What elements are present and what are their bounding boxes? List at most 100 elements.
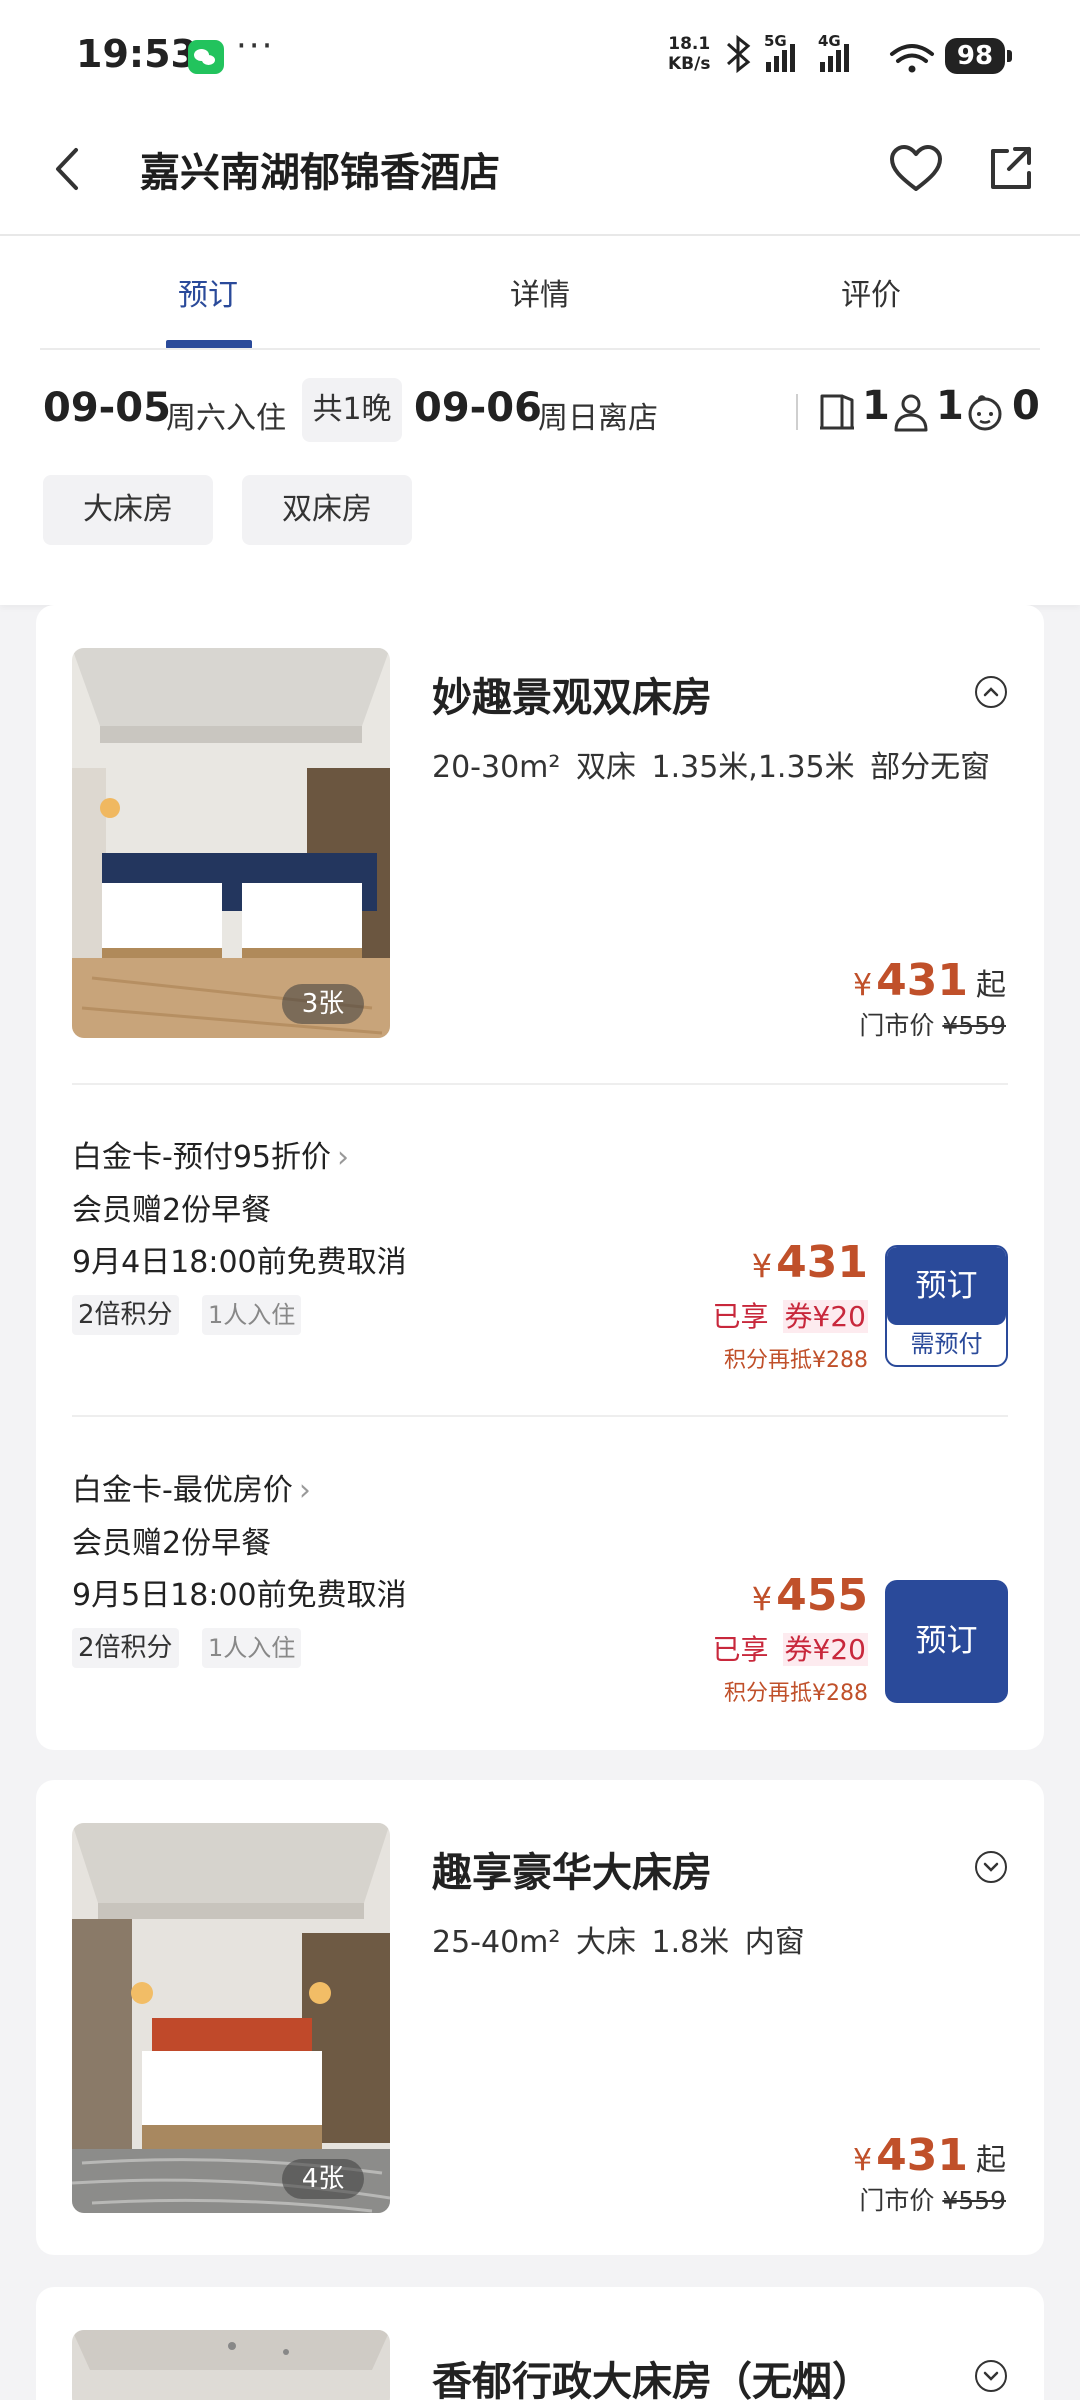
plan-divider [72,1415,1008,1417]
plan-price: ¥455 [752,1570,868,1621]
net-speed: 18.1 KB/s [668,34,710,74]
photo-count-badge: 3张 [282,984,364,1024]
room-photo[interactable]: 3张 [72,648,390,1038]
hotel-title: 嘉兴南湖郁锦香酒店 [140,150,500,196]
status-bar: 19:53 ··· 18.1 KB/s 5G 4G 98 [0,0,1080,110]
discount-info: 已享 券¥20 [713,1628,868,1668]
children-count[interactable]: 0 [1012,383,1040,429]
enjoyed-label: 已享 [712,1633,769,1666]
from-price: ¥431 起 门市价 ¥559 [853,955,1006,1042]
share-icon[interactable] [985,143,1037,195]
room-name[interactable]: 香郁行政大床房（无烟） [432,2349,872,2400]
tab-booking[interactable]: 预订 [178,270,238,314]
room-card-twin: 3张 妙趣景观双床房 20-30m² 双床 1.35米,1.35米 部分无窗 ¥… [36,605,1044,1750]
book-button-prepay[interactable]: 预订 需预付 [885,1245,1008,1367]
chevron-right-icon: › [298,1473,311,1508]
net-speed-value: 18.1 [668,34,711,54]
book-button[interactable]: 预订 [885,1580,1008,1703]
market-price: ¥559 [942,1011,1006,1040]
child-face-icon [968,395,1002,431]
breakfast-info: 会员赠2份早餐 [72,1526,272,1561]
room-photo-image [72,1823,390,2213]
photo-count-badge: 4张 [282,2159,364,2199]
wechat-icon [188,40,224,74]
plan-price: ¥431 [752,1237,868,1288]
rate-plan-title[interactable]: 白金卡-预付95折价 › [72,1132,349,1176]
room-name[interactable]: 趣享豪华大床房 [432,1840,712,1898]
signal-icons: 5G 4G [726,32,934,74]
favorite-heart-icon[interactable] [888,143,944,195]
checkin-label: 周六入住 [166,401,286,436]
room-card-king: 4张 趣享豪华大床房 25-40m² 大床 1.8米 内窗 ¥431 起 门市价 … [36,1780,1044,2255]
points-tag: 2倍积分 [72,1628,179,1668]
cancel-policy: 9月4日18:00前免费取消 [72,1245,407,1280]
market-price-label: 门市价 [859,2186,935,2215]
discount-info: 已享 券¥20 [713,1295,868,1335]
breakfast-info: 会员赠2份早餐 [72,1193,272,1228]
points-deduct: 积分再抵¥288 [724,1348,868,1373]
room-meta: 25-40m² 大床 1.8米 内窗 [432,1925,805,1960]
filter-chip-twin[interactable]: 双床房 [242,475,412,545]
header-divider [0,234,1080,236]
points-deduct: 积分再抵¥288 [724,1681,868,1706]
tab-reviews[interactable]: 评价 [841,270,901,314]
nights-badge: 共1晚 [302,378,402,442]
occupancy-tag: 1人入住 [202,1628,302,1668]
adult-person-icon [894,394,928,432]
price-value: 431 [776,1237,868,1288]
adults-count[interactable]: 1 [936,383,964,429]
tab-details[interactable]: 详情 [510,270,570,314]
price-from-label: 起 [976,968,1006,1003]
room-card-executive: 香郁行政大床房（无烟） [36,2287,1044,2400]
occupancy-separator [796,394,798,430]
price-from-label: 起 [976,2143,1006,2178]
net-speed-unit: KB/s [668,54,711,74]
points-tag: 2倍积分 [72,1295,179,1335]
expand-chevron-down-icon[interactable] [974,2359,1008,2393]
tab-divider [40,348,1040,350]
market-price: ¥559 [942,2186,1006,2215]
checkout-label: 周日离店 [538,401,658,436]
chevron-right-icon: › [337,1140,349,1175]
status-more: ··· [236,26,275,66]
collapse-chevron-up-icon[interactable] [974,675,1008,709]
enjoyed-label: 已享 [712,1300,769,1333]
book-button-label: 预订 [887,1247,1006,1325]
rate-plan-title[interactable]: 白金卡-最优房价 › [72,1465,311,1509]
bluetooth-icon [726,34,751,74]
price-currency: ¥ [853,2143,873,2178]
rate-plan-name: 白金卡-预付95折价 [72,1140,331,1175]
room-meta: 20-30m² 双床 1.35米,1.35米 部分无窗 [432,750,991,785]
from-price: ¥431 起 门市价 ¥559 [853,2130,1006,2217]
checkin-date[interactable]: 09-05 [43,385,171,431]
price-currency: ¥ [751,1580,773,1618]
sig2-label: 4G [818,32,841,50]
cancel-policy: 9月5日18:00前免费取消 [72,1578,407,1613]
battery-indicator: 98 [945,38,1012,74]
price-value: 431 [876,2130,968,2181]
room-name[interactable]: 妙趣景观双床房 [432,665,712,723]
filter-chip-king[interactable]: 大床房 [43,475,213,545]
price-currency: ¥ [853,968,873,1003]
room-photo-image [72,648,390,1038]
status-time: 19:53 [76,32,197,76]
room-photo-image [72,2330,390,2400]
back-chevron-left-icon[interactable] [48,140,88,198]
room-photo[interactable]: 4张 [72,1823,390,2213]
room-photo[interactable] [72,2330,390,2400]
rooms-count[interactable]: 1 [862,383,890,429]
expand-chevron-down-icon[interactable] [974,1850,1008,1884]
market-price-label: 门市价 [859,1011,935,1040]
sig1-label: 5G [764,32,787,50]
coupon-amount: 券¥20 [782,1633,868,1666]
card-divider [72,1083,1008,1085]
price-value: 455 [776,1570,868,1621]
price-currency: ¥ [751,1247,773,1285]
rate-plan-name: 白金卡-最优房价 [72,1473,293,1508]
coupon-amount: 券¥20 [782,1300,868,1333]
wifi-icon [890,44,934,63]
checkout-date[interactable]: 09-06 [414,385,542,431]
price-value: 431 [876,955,968,1006]
occupancy-tag: 1人入住 [202,1295,302,1335]
room-door-icon [820,394,854,430]
